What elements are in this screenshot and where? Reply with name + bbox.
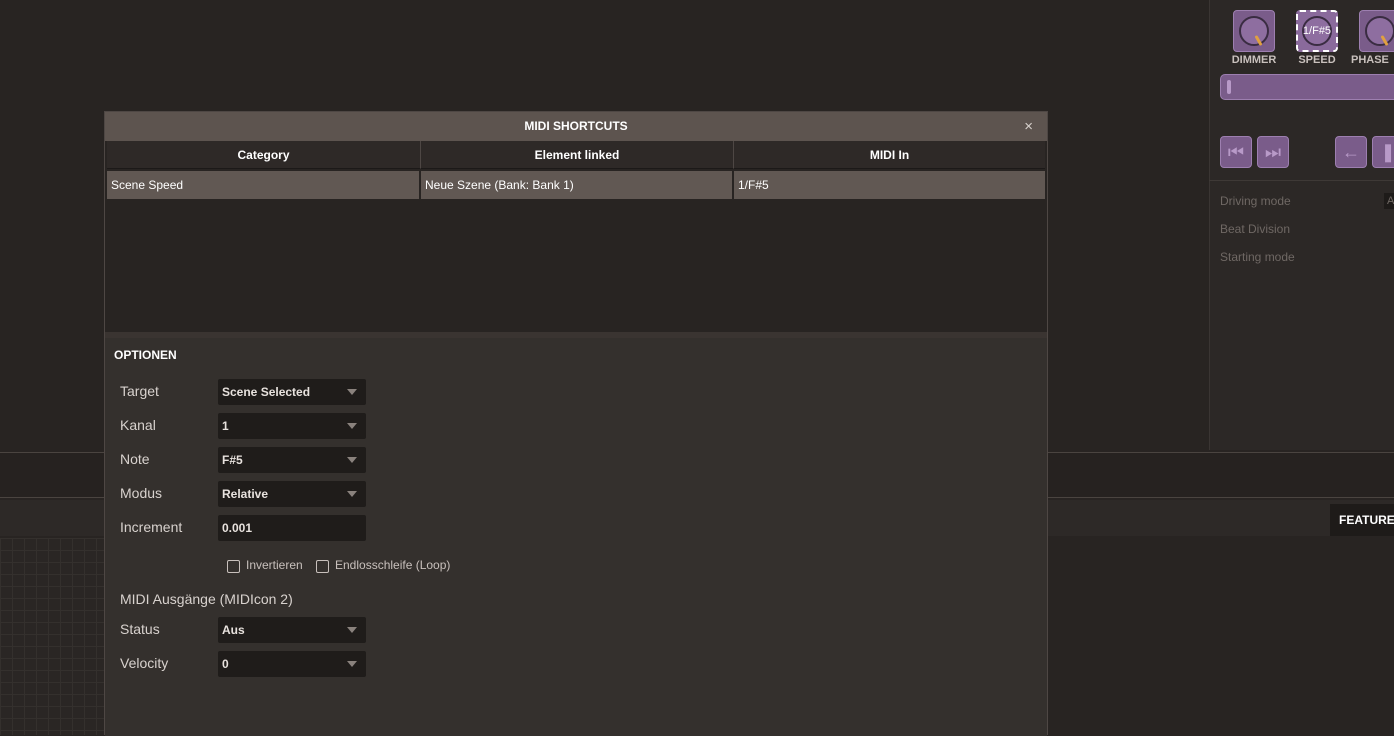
increment-input[interactable]: 0.001 <box>218 515 366 541</box>
table-cell-element[interactable]: Neue Szene (Bank: Bank 1) <box>421 171 732 199</box>
target-value: Scene Selected <box>222 385 311 399</box>
table-cell-category[interactable]: Scene Speed <box>107 171 419 199</box>
pause-icon[interactable]: ❚ <box>1372 136 1394 168</box>
speed-slider[interactable] <box>1220 74 1394 100</box>
starting-mode-label: Starting mode <box>1220 250 1295 264</box>
midi-shortcuts-dialog: MIDI SHORTCUTS × Category Element linked… <box>104 111 1048 736</box>
kanal-select[interactable]: 1 <box>218 413 366 439</box>
speed-knob[interactable]: 1/F#5 <box>1296 10 1338 52</box>
driving-mode-label: Driving mode <box>1220 194 1291 208</box>
tab-features[interactable]: FEATURES <box>1330 504 1394 536</box>
note-value: F#5 <box>222 453 243 467</box>
shortcuts-table: Category Element linked MIDI In Scene Sp… <box>105 141 1047 332</box>
close-icon[interactable]: × <box>1024 112 1033 141</box>
phase-label: PHASE <box>1351 54 1389 66</box>
velocity-select[interactable]: 0 <box>218 651 366 677</box>
status-select[interactable]: Aus <box>218 617 366 643</box>
invert-checkbox[interactable] <box>227 560 240 573</box>
dimmer-knob[interactable] <box>1233 10 1275 52</box>
increment-label: Increment <box>120 519 183 535</box>
phase-knob[interactable] <box>1359 10 1394 52</box>
midi-outputs-title: MIDI Ausgänge (MIDIcon 2) <box>120 591 293 607</box>
background-grid <box>0 538 104 735</box>
speed-knob-value: 1/F#5 <box>1302 25 1332 37</box>
dialog-title: MIDI SHORTCUTS <box>105 112 1047 141</box>
status-value: Aus <box>222 623 245 637</box>
dimmer-dial-icon <box>1239 16 1269 46</box>
target-label: Target <box>120 383 159 399</box>
arrow-left-icon[interactable]: ← <box>1335 136 1367 168</box>
slider-thumb[interactable] <box>1227 80 1231 94</box>
velocity-label: Velocity <box>120 655 169 671</box>
kanal-label: Kanal <box>120 417 156 433</box>
column-header-midi-in[interactable]: MIDI In <box>734 141 1045 169</box>
modus-value: Relative <box>222 487 269 501</box>
chevron-down-icon <box>347 627 357 633</box>
speed-label: SPEED <box>1298 54 1336 66</box>
status-label: Status <box>120 621 160 637</box>
skip-forward-icon[interactable]: ⏭ <box>1257 136 1289 168</box>
column-header-category[interactable]: Category <box>107 141 421 169</box>
dimmer-label: DIMMER <box>1231 54 1277 66</box>
note-label: Note <box>120 451 150 467</box>
chevron-down-icon <box>347 457 357 463</box>
options-panel: OPTIONEN Target Scene Selected Kanal 1 N… <box>105 338 1047 736</box>
driving-mode-select[interactable]: A <box>1384 193 1394 209</box>
options-title: OPTIONEN <box>114 348 177 362</box>
modus-label: Modus <box>120 485 163 501</box>
column-header-element-linked[interactable]: Element linked <box>421 141 734 169</box>
chevron-down-icon <box>347 661 357 667</box>
beat-division-label: Beat Division <box>1220 222 1291 236</box>
skip-back-icon[interactable]: ⏮ <box>1220 136 1252 168</box>
table-cell-midi-in[interactable]: 1/F#5 <box>734 171 1045 199</box>
chevron-down-icon <box>347 389 357 395</box>
loop-checkbox[interactable] <box>316 560 329 573</box>
phase-dial-icon <box>1365 16 1394 46</box>
invert-label[interactable]: Invertieren <box>246 558 303 572</box>
kanal-value: 1 <box>222 419 229 433</box>
chevron-down-icon <box>347 491 357 497</box>
note-select[interactable]: F#5 <box>218 447 366 473</box>
loop-label[interactable]: Endlosschleife (Loop) <box>335 558 450 572</box>
target-select[interactable]: Scene Selected <box>218 379 366 405</box>
velocity-value: 0 <box>222 657 229 671</box>
chevron-down-icon <box>347 423 357 429</box>
modus-select[interactable]: Relative <box>218 481 366 507</box>
increment-value: 0.001 <box>222 521 253 535</box>
